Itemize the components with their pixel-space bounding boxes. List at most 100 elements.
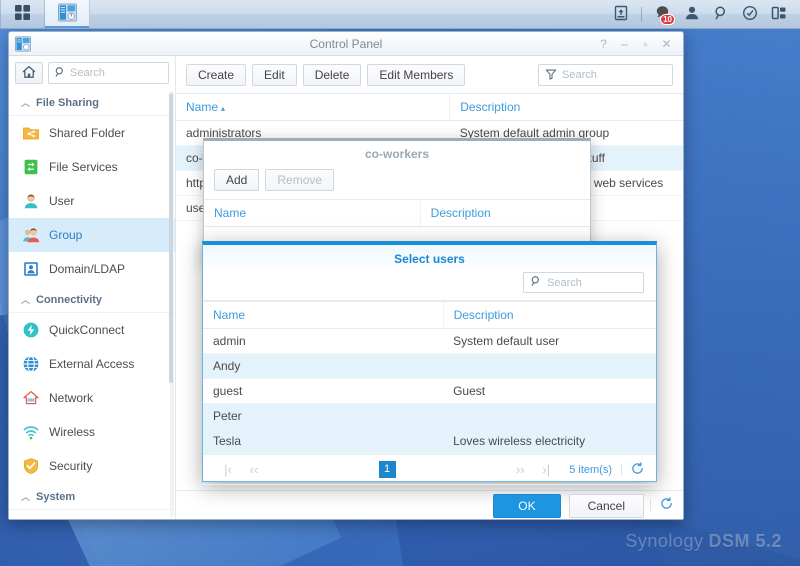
minimize-button[interactable]: – [615,35,634,53]
widgets-icon [771,5,787,24]
table-row[interactable]: guest Guest [203,378,656,404]
column-header-name[interactable]: Name ▴ [176,93,450,121]
cell-description: Guest [443,378,656,404]
window-titlebar[interactable]: Control Panel ? – ▫ ✕ [9,32,683,56]
column-header-description[interactable]: Description [449,93,683,121]
help-button[interactable]: ? [594,35,613,53]
delete-button[interactable]: Delete [302,64,362,86]
sidebar-scrollbar-thumb[interactable] [169,93,173,383]
taskbar-widgets-button[interactable] [765,1,792,28]
taskbar-apps-grid-button[interactable] [0,0,45,28]
cell-name: Peter [203,403,444,429]
next-page-button[interactable]: ›› [507,462,533,477]
info-center-icon [21,518,40,520]
sidebar-search-input[interactable] [70,67,163,79]
table-header-row: Name Description [204,199,590,227]
taskbar-notifications-button[interactable]: 10 [649,1,676,28]
wireless-icon [21,423,40,442]
cell-description [443,403,656,429]
edit-button[interactable]: Edit [252,64,297,86]
sidebar-item-wireless[interactable]: Wireless [9,415,175,449]
refresh-icon[interactable] [660,497,673,513]
table-row[interactable]: Tesla Loves wireless electricity [203,428,656,454]
taskbar-upload-button[interactable] [607,1,634,28]
taskbar-control-panel-button[interactable] [45,0,90,28]
taskbar-left-group [0,0,90,28]
current-page-number[interactable]: 1 [378,461,396,478]
select-users-search-box[interactable] [523,272,644,293]
taskbar-pilotview-button[interactable] [736,1,763,28]
sidebar-item-external-access[interactable]: External Access [9,347,175,381]
coworkers-dialog-title: co-workers [364,147,430,161]
sidebar-group-file-sharing[interactable]: ︿ File Sharing [9,89,175,116]
taskbar-search-button[interactable] [707,1,734,28]
watermark-product: DSM 5.2 [708,531,782,551]
table-row[interactable]: Andy [203,353,656,379]
search-icon [54,66,66,81]
column-header-name[interactable]: Name [204,199,421,227]
sidebar-item-label: Domain/LDAP [49,262,126,276]
sidebar-item-label: External Access [49,357,135,371]
cell-description [443,353,656,379]
sidebar-item-user[interactable]: User [9,184,175,218]
taskbar-user-button[interactable] [678,1,705,28]
home-icon [22,65,36,82]
ok-button[interactable]: OK [493,494,561,518]
refresh-icon[interactable] [631,461,644,478]
sidebar-item-group[interactable]: Group [9,218,175,252]
sidebar-item-shared-folder[interactable]: Shared Folder [9,116,175,150]
sidebar-group-connectivity[interactable]: ︿ Connectivity [9,286,175,313]
network-icon [21,389,40,408]
group-toolbar: Create Edit Delete Edit Members [176,56,683,93]
pagination-left-group: |‹ ‹‹ [215,462,267,477]
sidebar-group-system[interactable]: ︿ System [9,483,175,510]
sidebar-item-file-services[interactable]: File Services [9,150,175,184]
select-users-search-input[interactable] [547,276,637,289]
sidebar-top-bar [9,56,175,89]
sidebar-item-label: User [49,194,75,208]
table-row[interactable]: Peter [203,403,656,429]
sidebar-home-button[interactable] [15,62,43,84]
column-header-description[interactable]: Description [419,199,590,227]
first-page-button[interactable]: |‹ [215,462,241,477]
domain-ldap-icon [21,260,40,279]
select-users-table: Name Description admin System default us… [203,301,656,454]
select-users-title: Select users [203,245,656,272]
sidebar-item-domain-ldap[interactable]: Domain/LDAP [9,252,175,286]
group-filter-box[interactable] [538,64,673,86]
column-header-name[interactable]: Name [203,301,444,329]
sidebar-item-quickconnect[interactable]: QuickConnect [9,313,175,347]
sidebar-group-label: System [36,490,76,503]
table-row[interactable]: admin System default user [203,328,656,354]
chevron-up-icon: ︿ [21,295,31,305]
file-services-icon [21,158,40,177]
create-button[interactable]: Create [186,64,247,86]
cell-description: Loves wireless electricity [443,428,656,454]
cell-name: Andy [203,353,444,379]
sidebar-item-security[interactable]: Security [9,449,175,483]
shared-folder-icon [21,124,40,143]
sidebar-item-network[interactable]: Network [9,381,175,415]
maximize-button[interactable]: ▫ [636,35,655,53]
sidebar-scrollbar-track[interactable] [169,91,174,517]
watermark-brand: Synology [625,531,704,551]
previous-page-button[interactable]: ‹‹ [241,462,267,477]
group-filter-input[interactable] [562,69,666,81]
add-member-button[interactable]: Add [214,169,260,191]
close-button[interactable]: ✕ [657,35,676,53]
user-icon [21,192,40,211]
sidebar-group-label: Connectivity [36,293,103,306]
select-users-search-row [203,272,656,300]
edit-members-button[interactable]: Edit Members [367,64,466,86]
external-access-icon [21,355,40,374]
sidebar-item-label: File Services [49,160,118,174]
sidebar-item-info-center[interactable]: Info Center [9,510,175,519]
taskbar-divider [641,6,642,22]
last-page-button[interactable]: ›| [533,462,559,477]
apps-grid-icon [14,4,31,24]
column-header-description[interactable]: Description [442,301,656,329]
cell-name: Tesla [203,428,444,454]
sidebar-search-box[interactable] [48,62,169,84]
remove-member-button[interactable]: Remove [265,169,335,191]
cancel-button[interactable]: Cancel [568,494,644,518]
